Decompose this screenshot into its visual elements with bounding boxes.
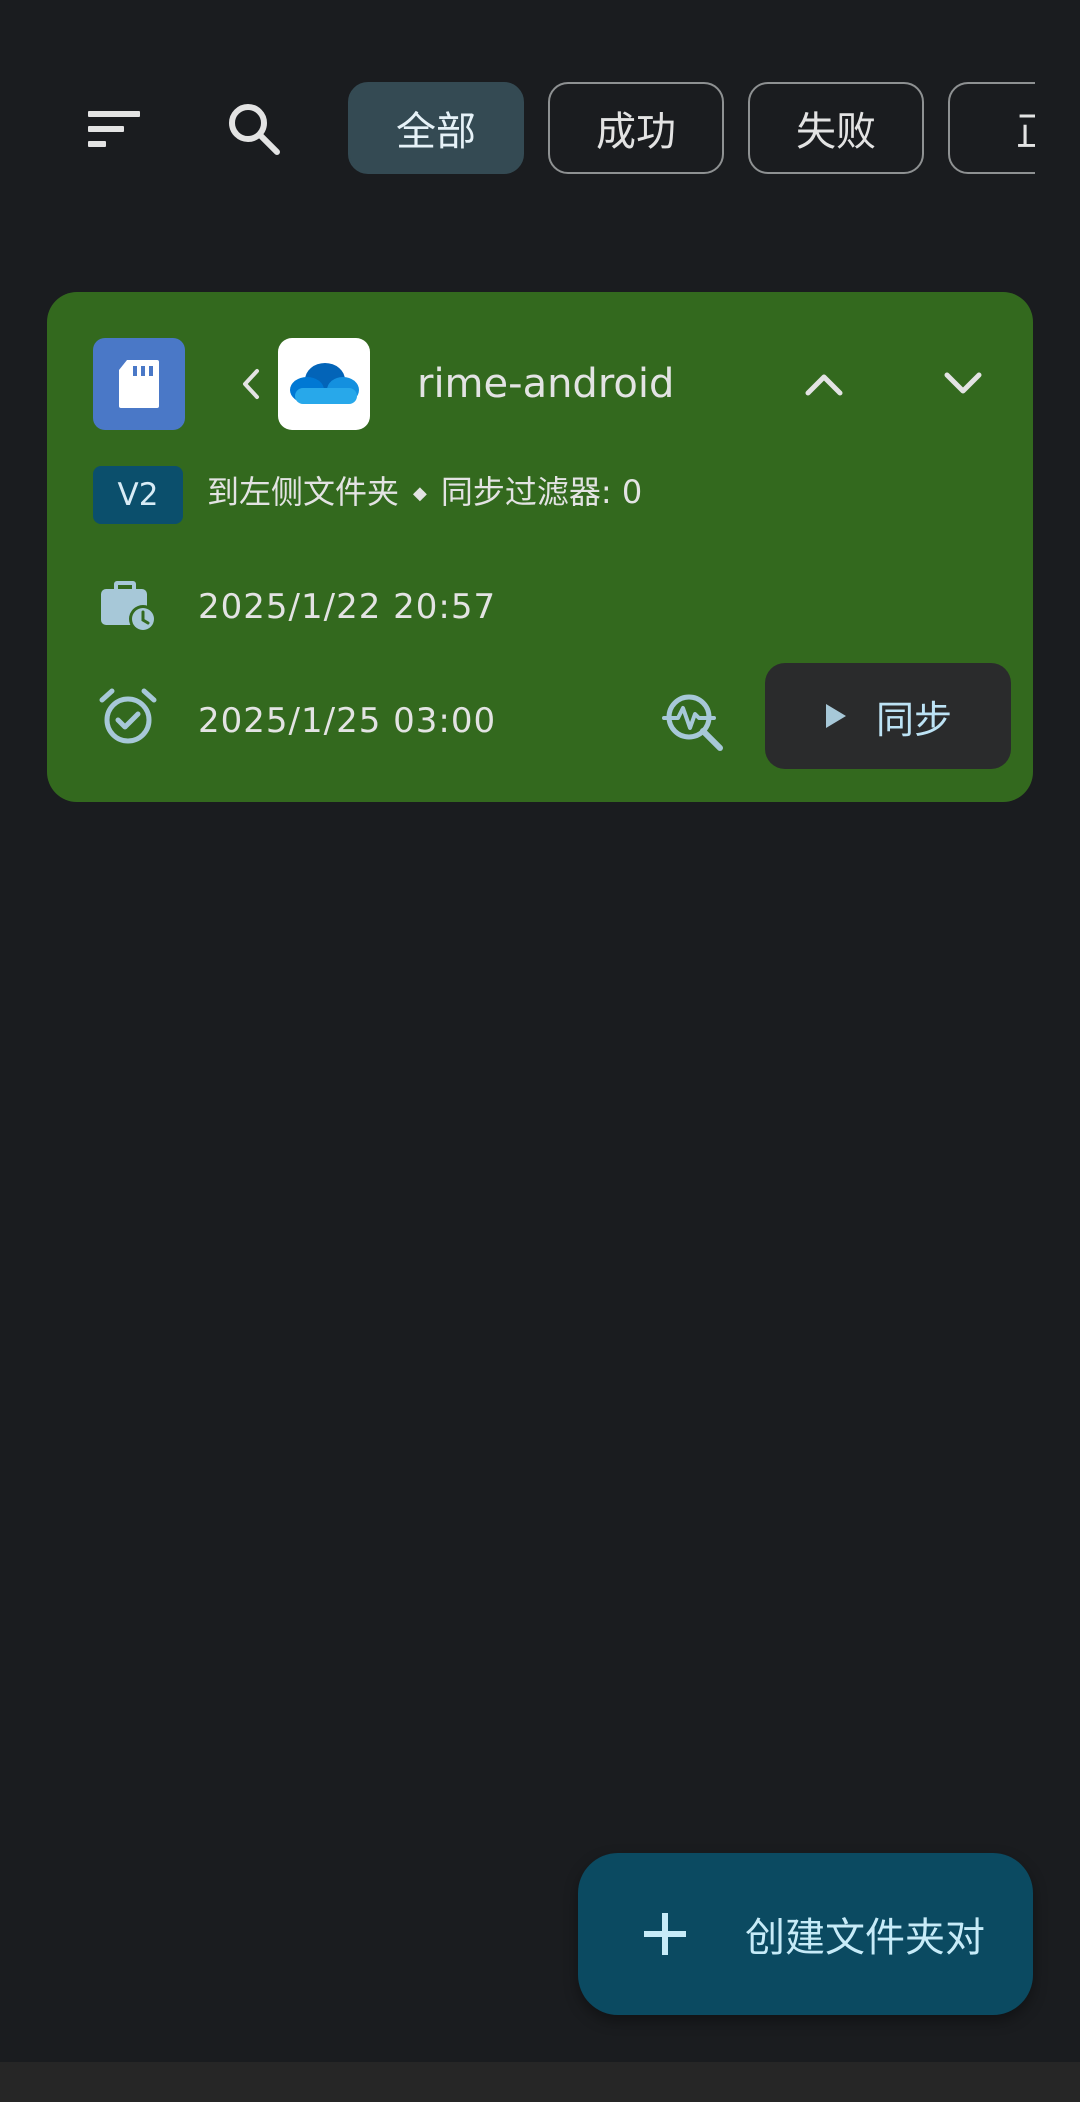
- sort-icon[interactable]: [68, 82, 162, 176]
- sync-button-label: 同步: [875, 697, 952, 742]
- query-stats-icon[interactable]: [654, 682, 734, 762]
- create-folder-pair-button[interactable]: 创建文件夹对: [578, 1853, 1033, 2015]
- separator-diamond-icon: ◆: [413, 483, 427, 504]
- sync-button[interactable]: 同步: [765, 663, 1011, 769]
- filter-chip-all[interactable]: 全部: [348, 82, 524, 174]
- last-sync-time: 2025/1/22 20:57: [198, 587, 497, 627]
- alarm-check-icon: [93, 682, 163, 752]
- filter-chip-running[interactable]: 正: [948, 82, 1035, 174]
- search-icon[interactable]: [207, 82, 301, 176]
- chevron-left-icon: [217, 350, 285, 418]
- filter-chip-failed[interactable]: 失败: [748, 82, 924, 174]
- sync-filter-count: 同步过滤器: 0: [440, 473, 643, 511]
- work-history-icon: [93, 569, 163, 639]
- app-screen: 全部 成功 失败 正: [0, 0, 1080, 2102]
- sd-card-icon: [93, 338, 185, 430]
- create-folder-pair-label: 创建文件夹对: [745, 1915, 985, 1961]
- filter-chips: 全部 成功 失败 正: [348, 82, 1035, 174]
- onedrive-cloud-icon: [278, 338, 370, 430]
- move-down-icon[interactable]: [929, 350, 997, 418]
- move-up-icon[interactable]: [790, 350, 858, 418]
- folder-pair-title: rime-android: [417, 361, 675, 407]
- folder-pair-card[interactable]: rime-android V2 到左侧文件夹◆同步过滤器: 0 2025/1: [47, 292, 1033, 802]
- next-sync-time: 2025/1/25 03:00: [198, 701, 497, 741]
- plus-icon: [635, 1904, 695, 1964]
- sync-settings-summary: 到左侧文件夹 ◆ 同步过滤器: 0: [207, 464, 642, 522]
- play-icon: [825, 704, 846, 728]
- filter-chip-success[interactable]: 成功: [548, 82, 724, 174]
- top-toolbar: 全部 成功 失败 正: [0, 82, 1035, 176]
- sync-direction-text: 到左侧文件夹: [207, 473, 400, 511]
- version-badge: V2: [93, 466, 183, 524]
- navigation-bar: [0, 2062, 1080, 2102]
